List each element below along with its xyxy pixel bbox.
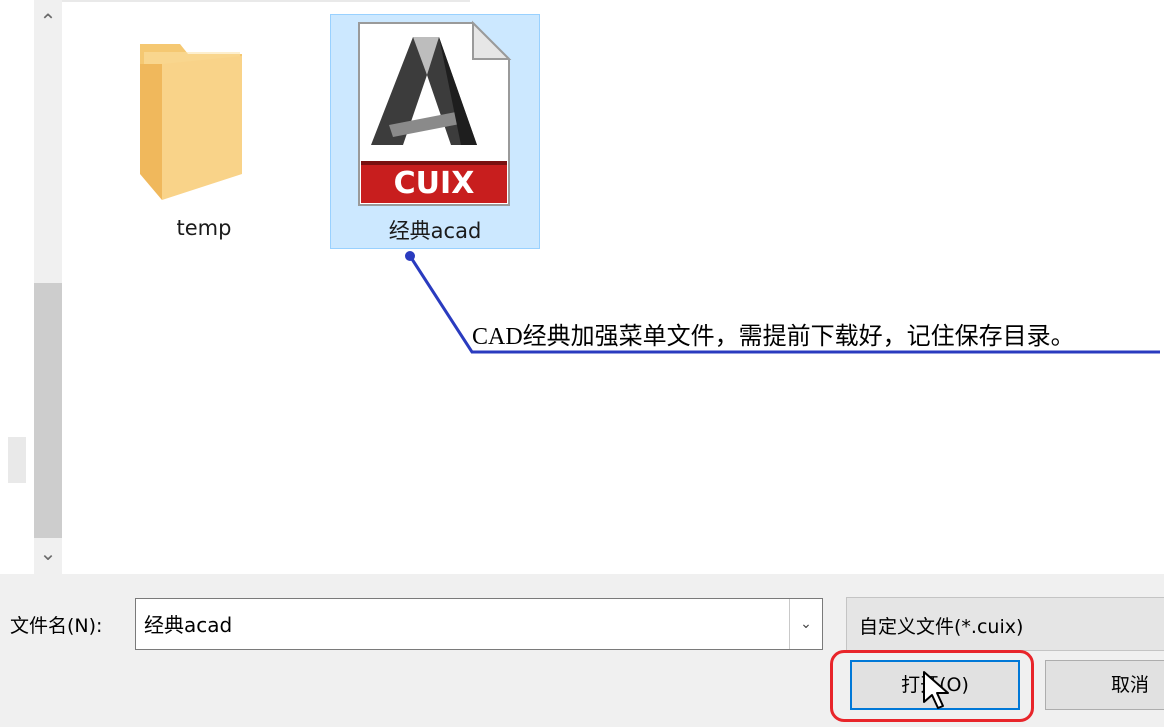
file-type-filter[interactable]: 自定义文件(*.cuix): [846, 597, 1164, 651]
mouse-cursor-icon: [923, 671, 949, 709]
filename-label: 文件名(N):: [10, 615, 103, 637]
filename-combobox[interactable]: ⌄: [135, 598, 823, 650]
cancel-button[interactable]: 取消: [1045, 660, 1164, 710]
annotation-text: CAD经典加强菜单文件，需提前下载好，记住保存目录。: [472, 324, 1075, 350]
file-type-filter-value: 自定义文件(*.cuix): [859, 616, 1024, 638]
filename-input[interactable]: [144, 609, 784, 637]
chevron-down-icon[interactable]: ⌄: [789, 599, 822, 649]
